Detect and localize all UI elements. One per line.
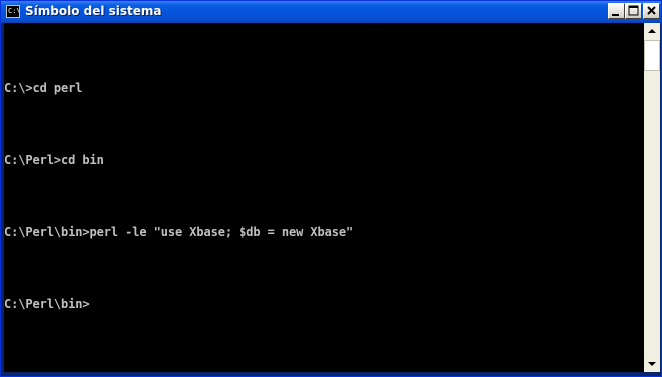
console-line: C:\Perl>cd bin xyxy=(4,153,104,167)
console-window: C:\ Símbolo del sistema C:\>cd perl C:\P… xyxy=(0,0,662,377)
cmd-console-icon[interactable]: C:\ xyxy=(6,5,20,18)
console-line: C:\>cd perl xyxy=(4,81,83,95)
maximize-icon xyxy=(628,5,639,16)
chevron-down-icon xyxy=(648,362,656,366)
vertical-scrollbar[interactable] xyxy=(644,23,660,372)
chevron-up-icon xyxy=(648,29,656,33)
window-title: Símbolo del sistema xyxy=(25,4,162,18)
close-icon xyxy=(647,6,656,15)
console-output[interactable]: C:\>cd perl C:\Perl>cd bin C:\Perl\bin>p… xyxy=(4,23,644,372)
window-bottom-border xyxy=(1,372,661,376)
minimize-button[interactable] xyxy=(608,3,625,19)
scrollbar-thumb[interactable] xyxy=(644,40,660,71)
console-line: C:\Perl\bin>perl -le "use Xbase; $db = n… xyxy=(4,225,354,239)
minimize-icon xyxy=(612,14,619,16)
title-bar[interactable]: C:\ Símbolo del sistema xyxy=(1,1,661,23)
console-prompt-line: C:\Perl\bin> xyxy=(4,297,90,311)
scroll-up-button[interactable] xyxy=(644,23,660,39)
maximize-button[interactable] xyxy=(625,3,642,19)
close-button[interactable] xyxy=(643,3,660,19)
scroll-down-button[interactable] xyxy=(644,356,660,372)
